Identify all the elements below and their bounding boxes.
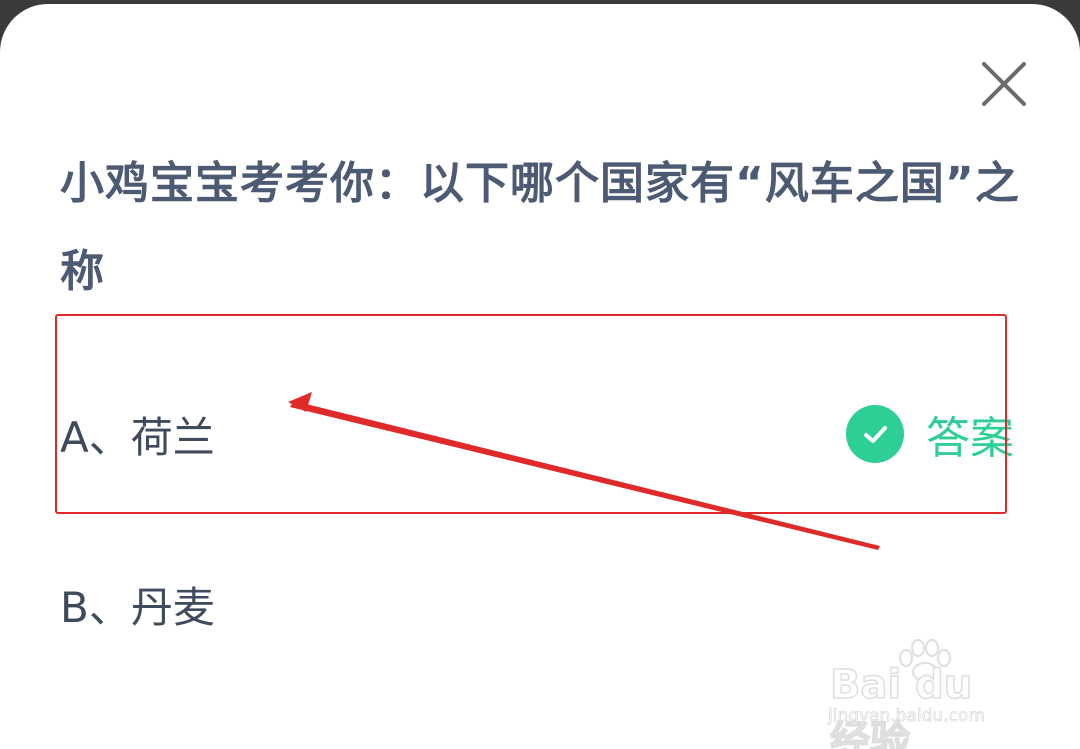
baidu-jingyan-watermark: Bai du 经验 jingyan.baidu.com (826, 638, 1026, 749)
option-b[interactable]: B、丹麦 (60, 574, 215, 635)
close-button[interactable] (978, 58, 1030, 110)
answer-label: 答案 (926, 413, 1014, 464)
close-icon (982, 62, 1026, 106)
check-circle-icon (846, 405, 904, 463)
answer-badge: 答案 (846, 402, 1014, 466)
quiz-dialog: 小鸡宝宝考考你：以下哪个国家有“风车之国”之称 A、荷兰 答案 B、丹麦 Bai… (0, 4, 1080, 749)
option-a[interactable]: A、荷兰 (60, 404, 215, 465)
paw-icon (899, 639, 951, 682)
watermark-url: jingyan.baidu.com (828, 706, 986, 727)
watermark-logo: Bai du 经验 (829, 661, 973, 749)
question-text: 小鸡宝宝考考你：以下哪个国家有“风车之国”之称 (60, 158, 1020, 297)
